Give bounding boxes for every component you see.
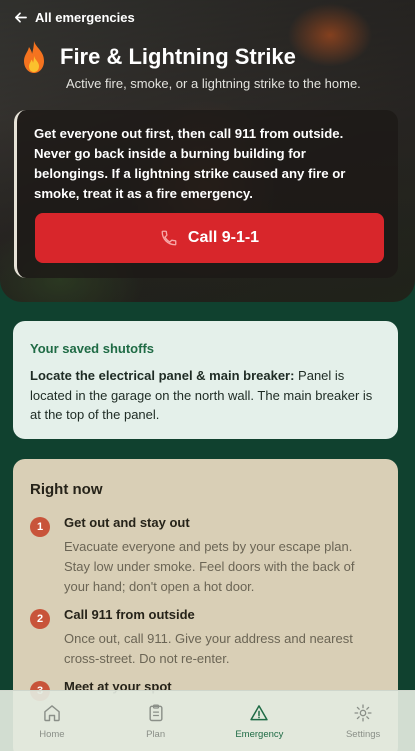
home-icon (44, 705, 60, 722)
clipboard-icon (149, 704, 163, 722)
page-title: Fire & Lightning Strike (60, 44, 296, 69)
call-911-button[interactable]: Call 9-1-1 (35, 213, 384, 263)
saved-shutoffs-card: Your saved shutoffs Locate the electrica… (13, 321, 398, 439)
step-number-badge: 2 (30, 609, 50, 629)
step-item: 1 Get out and stay out Evacuate everyone… (30, 515, 381, 597)
page-header: Fire & Lightning Strike (20, 40, 296, 74)
step-title: Call 911 from outside (64, 607, 195, 622)
step-description: Evacuate everyone and pets by your escap… (64, 539, 355, 594)
fire-icon (24, 41, 44, 73)
shutoff-item-label: Locate the electrical panel & main break… (30, 368, 295, 383)
arrow-left-icon (15, 12, 27, 23)
gear-icon (354, 704, 372, 722)
step-item: 2 Call 911 from outside Once out, call 9… (30, 607, 381, 669)
bottom-navigation: Home Plan Emergency Settings (0, 690, 415, 751)
nav-label-plan: Plan (146, 729, 166, 740)
back-to-all-emergencies-link[interactable]: All emergencies (14, 10, 135, 25)
nav-label-emergency: Emergency (235, 729, 284, 740)
nav-item-home[interactable]: Home (0, 691, 104, 751)
nav-label-settings: Settings (345, 729, 381, 740)
right-now-heading: Right now (30, 481, 103, 498)
warning-triangle-icon (250, 705, 269, 721)
shutoffs-heading: Your saved shutoffs (30, 341, 155, 356)
nav-item-emergency[interactable]: Emergency (208, 691, 312, 751)
nav-label-home: Home (39, 729, 65, 740)
shutoff-item: Locate the electrical panel & main break… (30, 366, 381, 425)
back-link-label: All emergencies (35, 10, 135, 25)
nav-item-settings[interactable]: Settings (311, 691, 415, 751)
call-button-label: Call 9-1-1 (187, 229, 260, 246)
nav-item-plan[interactable]: Plan (104, 691, 208, 751)
step-number-badge: 1 (30, 517, 50, 537)
step-title: Get out and stay out (64, 515, 190, 530)
emergency-alert-card: Get everyone out first, then call 911 fr… (14, 110, 398, 278)
phone-icon (161, 230, 177, 246)
page-subtitle: Active fire, smoke, or a lightning strik… (66, 76, 361, 91)
step-description: Once out, call 911. Give your address an… (64, 631, 353, 666)
alert-message: Get everyone out first, then call 911 fr… (34, 126, 346, 201)
